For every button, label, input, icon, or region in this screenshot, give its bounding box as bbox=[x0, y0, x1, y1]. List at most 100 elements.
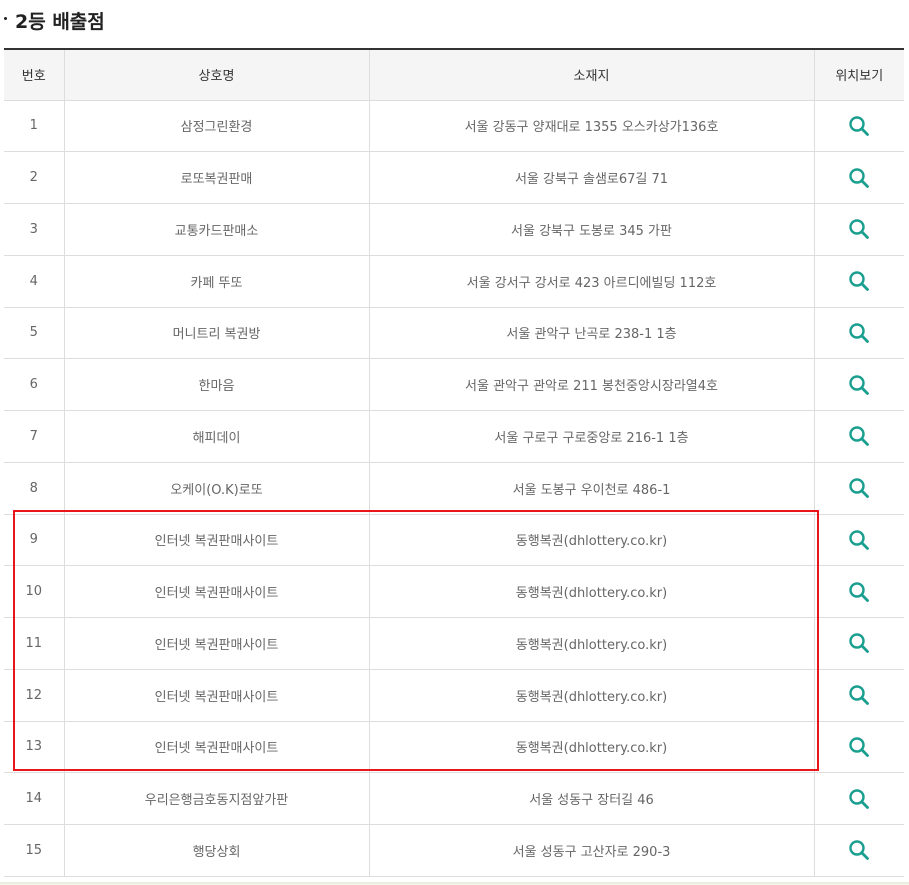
table-row: 7 해피데이 서울 구로구 구로중앙로 216-1 1층 bbox=[4, 410, 904, 463]
shop-address: 서울 강동구 양재대로 1355 오스카상가136호 bbox=[369, 100, 815, 153]
row-number: 12 bbox=[4, 669, 65, 722]
shop-name: 카페 뚜또 bbox=[64, 255, 370, 308]
search-icon[interactable] bbox=[848, 115, 870, 137]
shop-name: 교통카드판매소 bbox=[64, 203, 370, 256]
shop-name: 한마음 bbox=[64, 358, 370, 411]
search-icon[interactable] bbox=[848, 736, 870, 758]
search-icon[interactable] bbox=[848, 839, 870, 861]
shop-name: 우리은행금호동지점앞가판 bbox=[64, 772, 370, 825]
search-icon[interactable] bbox=[848, 684, 870, 706]
header-num: 번호 bbox=[4, 48, 65, 101]
search-icon[interactable] bbox=[848, 477, 870, 499]
shop-name: 인터넷 복권판매사이트 bbox=[64, 565, 370, 618]
location-cell bbox=[814, 721, 904, 774]
shop-address: 동행복권(dhlottery.co.kr) bbox=[369, 514, 815, 567]
shop-address: 서울 성동구 장터길 46 bbox=[369, 772, 815, 825]
location-cell bbox=[814, 410, 904, 463]
shop-address: 동행복권(dhlottery.co.kr) bbox=[369, 669, 815, 722]
table-row: 5 머니트리 복권방 서울 관악구 난곡로 238-1 1층 bbox=[4, 307, 904, 360]
shop-name: 오케이(O.K)로또 bbox=[64, 462, 370, 515]
row-number: 2 bbox=[4, 151, 65, 204]
row-number: 1 bbox=[4, 100, 65, 153]
section-title: 2등 배출점 bbox=[4, 6, 105, 34]
search-icon[interactable] bbox=[848, 632, 870, 654]
winning-shops-table: 번호 상호명 소재지 위치보기 1 삼정그린환경 서울 강동구 양재대로 1355 … bbox=[4, 48, 904, 877]
search-icon[interactable] bbox=[848, 788, 870, 810]
table-row: 13 인터넷 복권판매사이트 동행복권(dhlottery.co.kr) bbox=[4, 721, 904, 774]
shop-name: 행당상회 bbox=[64, 824, 370, 877]
shop-address: 서울 강서구 강서로 423 아르디에빌딩 112호 bbox=[369, 255, 815, 308]
shop-name: 인터넷 복권판매사이트 bbox=[64, 721, 370, 774]
search-icon[interactable] bbox=[848, 270, 870, 292]
location-cell bbox=[814, 772, 904, 825]
table-row: 9 인터넷 복권판매사이트 동행복권(dhlottery.co.kr) bbox=[4, 514, 904, 567]
location-cell bbox=[814, 824, 904, 877]
shop-address: 서울 관악구 관악로 211 봉천중앙시장라열4호 bbox=[369, 358, 815, 411]
location-cell bbox=[814, 255, 904, 308]
search-icon[interactable] bbox=[848, 374, 870, 396]
header-name: 상호명 bbox=[64, 48, 370, 101]
shop-name: 삼정그린환경 bbox=[64, 100, 370, 153]
table-row: 14 우리은행금호동지점앞가판 서울 성동구 장터길 46 bbox=[4, 772, 904, 825]
location-cell bbox=[814, 617, 904, 670]
location-cell bbox=[814, 565, 904, 618]
section-title-text: 2등 배출점 bbox=[15, 10, 105, 33]
header-address: 소재지 bbox=[369, 48, 815, 101]
shop-address: 서울 관악구 난곡로 238-1 1층 bbox=[369, 307, 815, 360]
row-number: 13 bbox=[4, 721, 65, 774]
shop-address: 서울 구로구 구로중앙로 216-1 1층 bbox=[369, 410, 815, 463]
search-icon[interactable] bbox=[848, 581, 870, 603]
table-body: 1 삼정그린환경 서울 강동구 양재대로 1355 오스카상가136호 2 로또복권판매… bbox=[4, 100, 904, 877]
shop-name: 해피데이 bbox=[64, 410, 370, 463]
row-number: 3 bbox=[4, 203, 65, 256]
row-number: 9 bbox=[4, 514, 65, 567]
row-number: 14 bbox=[4, 772, 65, 825]
shop-address: 서울 도봉구 우이천로 486-1 bbox=[369, 462, 815, 515]
shop-address: 서울 강북구 솔샘로67길 71 bbox=[369, 151, 815, 204]
location-cell bbox=[814, 100, 904, 153]
search-icon[interactable] bbox=[848, 529, 870, 551]
location-cell bbox=[814, 358, 904, 411]
title-bullet bbox=[4, 16, 7, 20]
location-cell bbox=[814, 307, 904, 360]
table-row: 4 카페 뚜또 서울 강서구 강서로 423 아르디에빌딩 112호 bbox=[4, 255, 904, 308]
shop-address: 서울 강북구 도봉로 345 가판 bbox=[369, 203, 815, 256]
location-cell bbox=[814, 462, 904, 515]
table-row: 8 오케이(O.K)로또 서울 도봉구 우이천로 486-1 bbox=[4, 462, 904, 515]
table-row: 2 로또복권판매 서울 강북구 솔샘로67길 71 bbox=[4, 151, 904, 204]
row-number: 8 bbox=[4, 462, 65, 515]
table-row: 12 인터넷 복권판매사이트 동행복권(dhlottery.co.kr) bbox=[4, 669, 904, 722]
row-number: 15 bbox=[4, 824, 65, 877]
row-number: 5 bbox=[4, 307, 65, 360]
table-row: 6 한마음 서울 관악구 관악로 211 봉천중앙시장라열4호 bbox=[4, 358, 904, 411]
search-icon[interactable] bbox=[848, 322, 870, 344]
location-cell bbox=[814, 203, 904, 256]
table-row: 3 교통카드판매소 서울 강북구 도봉로 345 가판 bbox=[4, 203, 904, 256]
shop-name: 머니트리 복권방 bbox=[64, 307, 370, 360]
shop-name: 로또복권판매 bbox=[64, 151, 370, 204]
location-cell bbox=[814, 669, 904, 722]
header-location: 위치보기 bbox=[814, 48, 904, 101]
table-row: 11 인터넷 복권판매사이트 동행복권(dhlottery.co.kr) bbox=[4, 617, 904, 670]
row-number: 11 bbox=[4, 617, 65, 670]
row-number: 4 bbox=[4, 255, 65, 308]
shop-address: 동행복권(dhlottery.co.kr) bbox=[369, 721, 815, 774]
search-icon[interactable] bbox=[848, 167, 870, 189]
row-number: 6 bbox=[4, 358, 65, 411]
table-row: 10 인터넷 복권판매사이트 동행복권(dhlottery.co.kr) bbox=[4, 565, 904, 618]
shop-address: 서울 성동구 고산자로 290-3 bbox=[369, 824, 815, 877]
shop-address: 동행복권(dhlottery.co.kr) bbox=[369, 617, 815, 670]
table-row: 15 행당상회 서울 성동구 고산자로 290-3 bbox=[4, 824, 904, 877]
table-row: 1 삼정그린환경 서울 강동구 양재대로 1355 오스카상가136호 bbox=[4, 100, 904, 153]
location-cell bbox=[814, 514, 904, 567]
row-number: 10 bbox=[4, 565, 65, 618]
shop-name: 인터넷 복권판매사이트 bbox=[64, 669, 370, 722]
shop-name: 인터넷 복권판매사이트 bbox=[64, 514, 370, 567]
table-header-row: 번호 상호명 소재지 위치보기 bbox=[4, 48, 904, 101]
shop-name: 인터넷 복권판매사이트 bbox=[64, 617, 370, 670]
row-number: 7 bbox=[4, 410, 65, 463]
search-icon[interactable] bbox=[848, 425, 870, 447]
search-icon[interactable] bbox=[848, 218, 870, 240]
shop-address: 동행복권(dhlottery.co.kr) bbox=[369, 565, 815, 618]
location-cell bbox=[814, 151, 904, 204]
